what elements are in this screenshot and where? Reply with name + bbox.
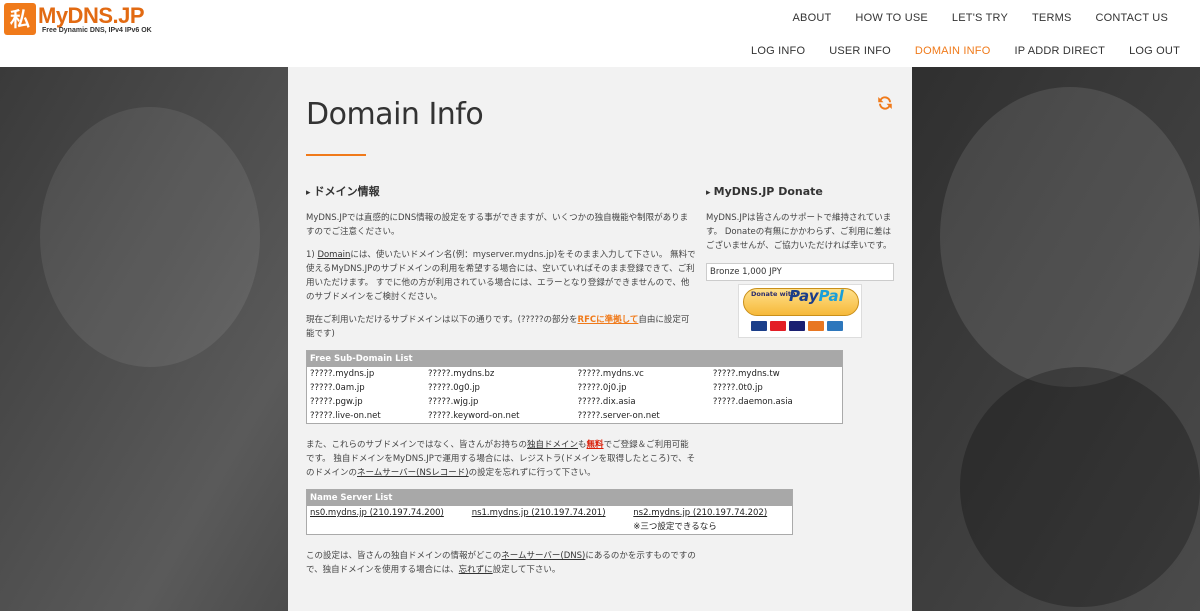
card-logos <box>751 321 843 331</box>
name-server-table: Name Server List ns0.mydns.jp (210.197.7… <box>306 489 793 535</box>
paypal-donate-button[interactable]: Donate with PayPal <box>738 284 862 338</box>
table-cell: ?????.0g0.jp <box>428 383 480 393</box>
table-row: ?????.0am.jp ?????.0g0.jp ?????.0j0.jp ?… <box>307 381 843 395</box>
table-row: ?????.mydns.jp ?????.mydns.bz ?????.mydn… <box>307 367 843 381</box>
donate-text: MyDNS.JPは皆さんのサポートで維持されています。 Donateの有無にかか… <box>706 213 892 251</box>
table-row: ?????.pgw.jp ?????.wjg.jp ?????.dix.asia… <box>307 395 843 409</box>
nav-log-out[interactable]: LOG OUT <box>1117 45 1192 57</box>
donate-amount-select[interactable]: Bronze 1,000 JPY <box>706 263 894 281</box>
table-header: Name Server List <box>306 489 793 506</box>
nav-domain-info[interactable]: DOMAIN INFO <box>903 45 1003 57</box>
logo-badge: 私 <box>4 3 36 35</box>
section-heading: ドメイン情報 <box>306 185 696 200</box>
site-logo[interactable]: 私 MyDNS.JP Free Dynamic DNS, IPv4 IPv6 O… <box>4 3 154 37</box>
table-cell: ?????.0t0.jp <box>712 383 763 393</box>
paypal-logo-pay: Pay <box>789 287 819 305</box>
name-server-link[interactable]: ns1.mydns.jp (210.197.74.201) <box>472 508 606 518</box>
table-row: ※三つ設定できるなら <box>307 520 793 535</box>
domain-link[interactable]: Domain <box>317 250 350 260</box>
nav-bottom: LOG INFO USER INFO DOMAIN INFO IP ADDR D… <box>739 45 1192 57</box>
donate-section: MyDNS.JP Donate MyDNS.JPは皆さんのサポートで維持されてい… <box>706 185 896 338</box>
text: も <box>578 440 587 450</box>
table-cell <box>710 409 843 424</box>
refresh-icon[interactable] <box>876 94 894 112</box>
background-shape <box>940 87 1200 387</box>
nav-top: ABOUT HOW TO USE LET'S TRY TERMS CONTACT… <box>781 12 1180 24</box>
text: また、これらのサブドメインではなく、皆さんがお持ちの <box>306 440 528 450</box>
text: この設定は、皆さんの独自ドメインの情報がどこの <box>306 551 502 561</box>
dont-forget-link[interactable]: 忘れずに <box>459 565 493 575</box>
nav-contact-us[interactable]: CONTACT US <box>1084 12 1181 24</box>
nav-about[interactable]: ABOUT <box>781 12 844 24</box>
table-cell: ?????.0am.jp <box>310 383 365 393</box>
discover-icon <box>808 321 824 331</box>
text: の設定を忘れずに行って下さい。 <box>468 468 596 478</box>
table-cell: ?????.server-on.net <box>577 411 660 421</box>
note-text: 現在ご利用いただけるサブドメインは以下の通りです。(?????の部分を <box>306 315 578 325</box>
dns-link[interactable]: ネームサーバー(DNS) <box>501 551 585 561</box>
nav-lets-try[interactable]: LET'S TRY <box>940 12 1020 24</box>
step-number: 1) <box>306 250 318 260</box>
own-domain-text: また、これらのサブドメインではなく、皆さんがお持ちの独自ドメインも無料でご登録＆… <box>306 438 696 480</box>
table-cell: ?????.0j0.jp <box>577 383 627 393</box>
name-server-link[interactable]: ns2.mydns.jp (210.197.74.202) <box>633 508 767 518</box>
amex-icon <box>827 321 843 331</box>
table-cell: ?????.mydns.jp <box>310 369 375 379</box>
nav-how-to-use[interactable]: HOW TO USE <box>843 12 940 24</box>
subdomain-note: 現在ご利用いただけるサブドメインは以下の通りです。(?????の部分をRFCに準… <box>306 313 696 341</box>
table-cell: ?????.wjg.jp <box>428 397 479 407</box>
table-row: ?????.live-on.net ?????.keyword-on.net ?… <box>307 409 843 424</box>
paypal-logo: PayPal <box>789 287 844 305</box>
name-server-note: ※三つ設定できるなら <box>633 522 717 532</box>
free-link[interactable]: 無料 <box>587 440 604 450</box>
donate-heading: MyDNS.JP Donate <box>706 185 896 200</box>
paypal-logo-pal: Pal <box>818 287 844 305</box>
instruction-text: には、使いたいドメイン名(例：myserver.mydns.jp)をそのまま入力… <box>306 250 696 302</box>
nav-log-info[interactable]: LOG INFO <box>739 45 817 57</box>
ns-record-link[interactable]: ネームサーバー(NSレコード) <box>357 468 469 478</box>
own-domain-link[interactable]: 独自ドメイン <box>527 440 578 450</box>
domain-info-section: ドメイン情報 MyDNS.JPでは直感的にDNS情報の設定をする事ができますが、… <box>306 185 843 586</box>
page-title: Domain Info <box>306 97 484 132</box>
nav-terms[interactable]: TERMS <box>1020 12 1084 24</box>
site-header: 私 MyDNS.JP Free Dynamic DNS, IPv4 IPv6 O… <box>0 0 1200 67</box>
text: 設定して下さい。 <box>492 565 561 575</box>
paypal-card-icon <box>751 321 767 331</box>
table-cell: ?????.keyword-on.net <box>428 411 520 421</box>
ns-explanation: この設定は、皆さんの独自ドメインの情報がどこのネームサーバー(DNS)にあるのか… <box>306 549 696 577</box>
sub-domain-table: Free Sub-Domain List ?????.mydns.jp ????… <box>306 350 843 424</box>
table-cell: ?????.daemon.asia <box>712 397 793 407</box>
name-server-link[interactable]: ns0.mydns.jp (210.197.74.200) <box>310 508 444 518</box>
content-panel: Domain Info ドメイン情報 MyDNS.JPでは直感的にDNS情報の設… <box>288 67 912 611</box>
domain-instructions: 1) Domainには、使いたいドメイン名(例：myserver.mydns.j… <box>306 248 696 304</box>
nav-ip-addr-direct[interactable]: IP ADDR DIRECT <box>1002 45 1117 57</box>
logo-title: MyDNS.JP <box>38 3 145 28</box>
rfc-link[interactable]: RFCに準拠して <box>578 315 639 325</box>
table-header: Free Sub-Domain List <box>306 350 843 367</box>
table-cell: ?????.pgw.jp <box>310 397 363 407</box>
background-shape <box>960 367 1200 607</box>
title-underline <box>306 154 366 156</box>
visa-icon <box>789 321 805 331</box>
table-cell: ?????.dix.asia <box>577 397 636 407</box>
table-cell: ?????.mydns.tw <box>712 369 780 379</box>
table-row: ns0.mydns.jp (210.197.74.200) ns1.mydns.… <box>307 506 793 520</box>
background-shape <box>40 107 260 367</box>
table-cell: ?????.mydns.bz <box>428 369 495 379</box>
table-cell: ?????.mydns.vc <box>577 369 644 379</box>
mastercard-icon <box>770 321 786 331</box>
table-cell: ?????.live-on.net <box>310 411 381 421</box>
intro-text: MyDNS.JPでは直感的にDNS情報の設定をする事ができますが、いくつかの独自… <box>306 213 689 237</box>
logo-subtitle: Free Dynamic DNS, IPv4 IPv6 OK <box>42 27 152 34</box>
nav-user-info[interactable]: USER INFO <box>817 45 903 57</box>
